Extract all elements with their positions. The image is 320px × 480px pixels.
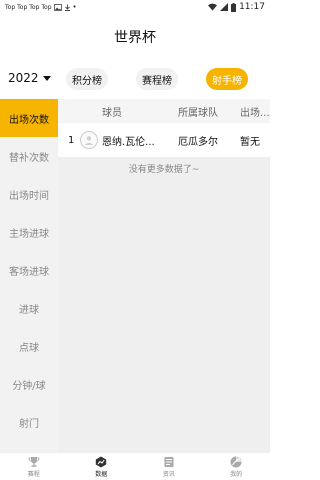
tab-news-nav[interactable]: 资讯 bbox=[135, 453, 203, 480]
sidebar-item-goals[interactable]: 进球 bbox=[0, 289, 58, 327]
sidebar-item-label: 出场时间 bbox=[9, 190, 49, 202]
tab-profile-nav[interactable]: 我的 bbox=[203, 453, 271, 480]
no-more-data-note: 没有更多数据了~ bbox=[128, 164, 200, 175]
avatar-icon bbox=[80, 131, 98, 149]
tab-schedule[interactable]: 赛程榜 bbox=[136, 68, 178, 90]
sidebar-item-minutes-per-goal[interactable]: 分钟/球 bbox=[0, 365, 58, 403]
appearances-cell: 暂无 bbox=[240, 136, 260, 148]
column-header-team: 所属球队 bbox=[178, 107, 218, 119]
team-cell: 厄瓜多尔 bbox=[178, 136, 218, 148]
sidebar-item-label: 射门 bbox=[19, 418, 39, 430]
image-icon bbox=[53, 3, 62, 11]
tab-label: 赛程榜 bbox=[142, 75, 172, 87]
app-screen: Top Top Top Top • 11:17 世界杯 2022 积分榜 赛程榜… bbox=[0, 0, 270, 480]
tab-standings[interactable]: 积分榜 bbox=[66, 68, 108, 90]
news-icon bbox=[164, 456, 174, 467]
sidebar-item-label: 客场进球 bbox=[9, 266, 49, 278]
sidebar-item-label: 分钟/球 bbox=[12, 380, 46, 392]
status-bar: Top Top Top Top • 11:17 bbox=[0, 0, 270, 14]
sidebar-item-label: 主场进球 bbox=[9, 228, 49, 240]
dot-icon: • bbox=[72, 3, 77, 11]
sidebar-item-label: 替补次数 bbox=[9, 152, 49, 164]
bottom-tab-bar: 赛程 数据 资讯 我的 bbox=[0, 452, 270, 480]
download-icon bbox=[64, 4, 70, 11]
battery-icon bbox=[231, 2, 237, 12]
year-dropdown[interactable]: 2022 bbox=[8, 71, 51, 85]
table-header: 球员 所属球队 出场... bbox=[58, 99, 270, 123]
sidebar-item-label: 点球 bbox=[19, 342, 39, 354]
tab-label: 资讯 bbox=[162, 470, 175, 478]
stats-table: 球员 所属球队 出场... 1 恩纳.瓦伦... 厄瓜多尔 暂无 没有更多数据了… bbox=[58, 99, 270, 452]
page-title: 世界杯 bbox=[114, 30, 156, 46]
stat-category-sidebar: 出场次数 替补次数 出场时间 主场进球 客场进球 进球 点球 分钟/球 射门 bbox=[0, 99, 58, 452]
chevron-down-icon bbox=[42, 75, 51, 81]
tab-data-nav[interactable]: 数据 bbox=[68, 453, 136, 480]
column-header-appearances: 出场... bbox=[240, 107, 270, 119]
table-row[interactable]: 1 恩纳.瓦伦... 厄瓜多尔 暂无 bbox=[58, 123, 270, 157]
chart-icon bbox=[96, 456, 107, 467]
sidebar-item-penalties[interactable]: 点球 bbox=[0, 327, 58, 365]
notification-icons: Top Top Top Top • bbox=[5, 3, 77, 11]
sidebar-item-shots[interactable]: 射门 bbox=[0, 403, 58, 441]
sidebar-item-label: 进球 bbox=[19, 304, 39, 316]
sidebar-item-substitutions[interactable]: 替补次数 bbox=[0, 137, 58, 175]
tab-label: 我的 bbox=[230, 470, 243, 478]
tab-schedule-nav[interactable]: 赛程 bbox=[0, 453, 68, 480]
player-cell: 恩纳.瓦伦... bbox=[80, 131, 178, 149]
rank-cell: 1 bbox=[68, 134, 75, 146]
profile-icon bbox=[230, 456, 242, 467]
notif-label: Top bbox=[41, 3, 52, 11]
wifi-icon bbox=[208, 3, 218, 11]
sidebar-item-home-goals[interactable]: 主场进球 bbox=[0, 213, 58, 251]
notif-label: Top bbox=[29, 3, 40, 11]
column-header-player: 球员 bbox=[102, 107, 122, 119]
tab-scorers[interactable]: 射手榜 bbox=[206, 68, 248, 90]
tab-label: 数据 bbox=[95, 470, 108, 478]
notif-label: Top bbox=[5, 3, 16, 11]
notif-label: Top bbox=[17, 3, 28, 11]
year-value: 2022 bbox=[8, 71, 39, 85]
tab-label: 积分榜 bbox=[72, 75, 102, 87]
tab-label: 赛程 bbox=[27, 470, 40, 478]
sidebar-item-label: 出场次数 bbox=[9, 114, 49, 126]
sidebar-item-away-goals[interactable]: 客场进球 bbox=[0, 251, 58, 289]
sidebar-item-minutes-played[interactable]: 出场时间 bbox=[0, 175, 58, 213]
sidebar-item-appearances[interactable]: 出场次数 bbox=[0, 99, 58, 137]
signal-icon bbox=[220, 3, 229, 11]
trophy-icon bbox=[28, 456, 40, 467]
clock: 11:17 bbox=[239, 2, 265, 12]
tab-label: 射手榜 bbox=[212, 75, 242, 87]
player-name: 恩纳.瓦伦... bbox=[102, 136, 155, 148]
